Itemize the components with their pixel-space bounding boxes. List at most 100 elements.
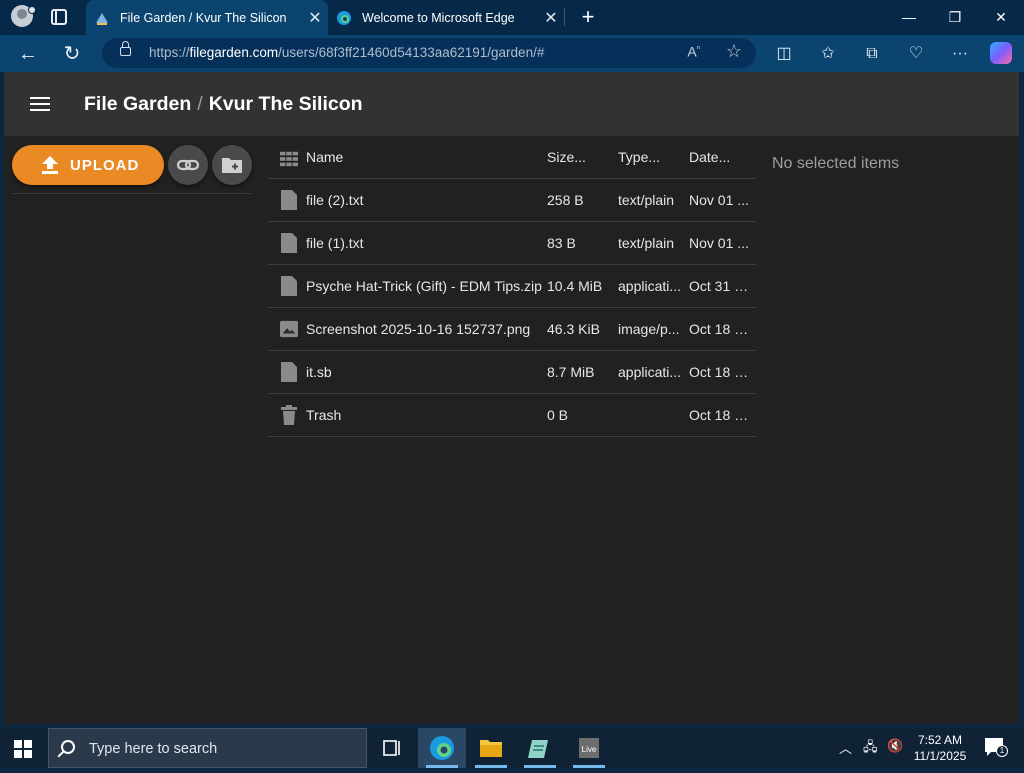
file-name: file (1).txt bbox=[306, 235, 364, 251]
clock-time: 7:52 AM bbox=[917, 733, 963, 747]
new-folder-icon bbox=[222, 158, 242, 173]
file-type: applicati... bbox=[618, 278, 682, 294]
file-garden-favicon-icon bbox=[96, 12, 108, 25]
split-screen-icon[interactable]: ◫ bbox=[771, 41, 797, 67]
app-bar: File Garden / Kvur The Silicon bbox=[4, 72, 1019, 136]
file-size: 258 B bbox=[547, 192, 584, 208]
tab-divider bbox=[564, 8, 565, 26]
file-garden-page: File Garden / Kvur The Silicon UPLOAD Name bbox=[4, 72, 1019, 724]
column-header-date[interactable]: Date... bbox=[689, 149, 752, 165]
file-icon bbox=[281, 276, 297, 296]
menu-icon[interactable] bbox=[30, 97, 50, 111]
url-text: https://filegarden.com/users/68f3ff21460… bbox=[149, 45, 545, 60]
minimize-button[interactable]: — bbox=[886, 0, 932, 35]
link-button[interactable] bbox=[168, 145, 208, 185]
favorite-star-icon[interactable]: ☆ bbox=[726, 41, 742, 62]
profile-avatar[interactable] bbox=[8, 4, 36, 30]
trash-icon bbox=[281, 405, 297, 425]
windows-start-icon[interactable] bbox=[14, 740, 32, 758]
clock-date: 11/1/2025 bbox=[913, 749, 967, 763]
column-header-type[interactable]: Type... bbox=[618, 149, 684, 165]
selection-empty-message: No selected items bbox=[772, 155, 900, 172]
table-header: Name Size... Type... Date... bbox=[268, 136, 756, 179]
notepad-icon[interactable] bbox=[516, 728, 564, 768]
file-name: it.sb bbox=[306, 364, 332, 380]
show-hidden-icons-icon[interactable]: ︿ bbox=[839, 738, 852, 757]
tab-actions-icon[interactable] bbox=[51, 9, 67, 25]
copilot-icon[interactable] bbox=[990, 42, 1012, 64]
file-size: 0 B bbox=[547, 407, 569, 423]
file-size: 8.7 MiB bbox=[547, 364, 595, 380]
file-type: text/plain bbox=[618, 192, 675, 208]
file-date: Nov 01 ... bbox=[689, 192, 749, 208]
browser-essentials-icon[interactable]: ♡ bbox=[903, 41, 929, 67]
file-explorer-icon[interactable] bbox=[467, 728, 515, 768]
file-size: 83 B bbox=[547, 235, 576, 251]
edge-taskbar-icon[interactable] bbox=[418, 728, 466, 768]
file-date: Oct 18 2... bbox=[689, 407, 752, 423]
svg-text:Live: Live bbox=[582, 745, 597, 754]
close-tab-icon[interactable]: ✕ bbox=[538, 8, 564, 28]
live-app-icon[interactable]: Live bbox=[565, 728, 613, 768]
lock-icon bbox=[120, 41, 131, 56]
sidebar-divider bbox=[12, 193, 252, 194]
network-icon[interactable]: 🖧 bbox=[863, 738, 878, 760]
site-name[interactable]: File Garden bbox=[84, 93, 191, 115]
refresh-icon[interactable]: ↻ bbox=[57, 39, 87, 69]
breadcrumb[interactable]: Kvur The Silicon bbox=[209, 93, 363, 115]
image-icon bbox=[280, 320, 298, 338]
file-type: text/plain bbox=[618, 235, 675, 251]
file-date: Oct 18 2... bbox=[689, 364, 752, 380]
restore-button[interactable]: ❐ bbox=[932, 0, 978, 35]
file-icon bbox=[281, 362, 297, 382]
tab-strip: File Garden / Kvur The Silicon ✕ Welcome… bbox=[0, 0, 1024, 35]
volume-muted-icon[interactable]: 🔇 bbox=[887, 738, 903, 754]
table-row[interactable]: file (1).txt 83 B text/plain Nov 01 ... bbox=[268, 222, 756, 265]
table-row[interactable]: Trash 0 B Oct 18 2... bbox=[268, 394, 756, 437]
task-view-icon[interactable] bbox=[368, 728, 416, 768]
file-date: Oct 18 2... bbox=[689, 321, 752, 337]
file-size: 10.4 MiB bbox=[547, 278, 603, 294]
system-clock[interactable]: 7:52 AM 11/1/2025 bbox=[912, 732, 968, 764]
column-header-size[interactable]: Size... bbox=[547, 149, 613, 165]
favorites-icon[interactable]: ✩ bbox=[815, 41, 841, 67]
file-name: Screenshot 2025-10-16 152737.png bbox=[306, 321, 531, 337]
file-date: Oct 31 2... bbox=[689, 278, 752, 294]
tab-file-garden[interactable]: File Garden / Kvur The Silicon ✕ bbox=[86, 0, 328, 35]
notification-badge: 1 bbox=[996, 745, 1008, 757]
tab-title: File Garden / Kvur The Silicon bbox=[120, 10, 287, 25]
close-tab-icon[interactable]: ✕ bbox=[302, 8, 328, 28]
file-date: Nov 01 ... bbox=[689, 235, 749, 251]
new-folder-button[interactable] bbox=[212, 145, 252, 185]
file-name: Trash bbox=[306, 407, 342, 423]
file-name: file (2).txt bbox=[306, 192, 364, 208]
tab-welcome-edge[interactable]: Welcome to Microsoft Edge ✕ bbox=[328, 0, 564, 35]
taskbar-search-box[interactable]: Type here to search bbox=[48, 728, 367, 768]
grid-view-icon[interactable] bbox=[280, 149, 298, 169]
table-row[interactable]: it.sb 8.7 MiB applicati... Oct 18 2... bbox=[268, 351, 756, 394]
table-row[interactable]: file (2).txt 258 B text/plain Nov 01 ... bbox=[268, 179, 756, 222]
more-menu-icon[interactable]: ··· bbox=[947, 41, 973, 67]
table-row[interactable]: Screenshot 2025-10-16 152737.png 46.3 Ki… bbox=[268, 308, 756, 351]
browser-toolbar: ← ↻ https://filegarden.com/users/68f3ff2… bbox=[0, 35, 1024, 72]
search-placeholder: Type here to search bbox=[89, 741, 218, 757]
search-icon bbox=[61, 740, 75, 754]
file-icon bbox=[281, 190, 297, 210]
read-aloud-icon[interactable]: Aⁿ bbox=[687, 43, 700, 60]
address-bar[interactable]: https://filegarden.com/users/68f3ff21460… bbox=[102, 38, 756, 68]
new-tab-button[interactable]: + bbox=[576, 4, 600, 30]
file-size: 46.3 KiB bbox=[547, 321, 600, 337]
close-window-button[interactable]: ✕ bbox=[978, 0, 1024, 35]
back-arrow-icon[interactable]: ← bbox=[13, 39, 43, 69]
edge-favicon-icon bbox=[337, 10, 351, 25]
file-type: image/p... bbox=[618, 321, 680, 337]
link-icon bbox=[176, 159, 200, 171]
windows-taskbar: Type here to search Live ︿ 🖧 🔇 7:52 AM 1… bbox=[0, 728, 1024, 768]
file-type: applicati... bbox=[618, 364, 682, 380]
collections-icon[interactable]: ⧉ bbox=[859, 41, 885, 67]
tab-title: Welcome to Microsoft Edge bbox=[362, 10, 515, 25]
upload-button[interactable]: UPLOAD bbox=[12, 145, 164, 185]
table-row[interactable]: Psyche Hat-Trick (Gift) - EDM Tips.zip 1… bbox=[268, 265, 756, 308]
notification-center-icon[interactable]: 1 bbox=[983, 736, 1008, 761]
column-header-name[interactable]: Name bbox=[306, 149, 542, 165]
